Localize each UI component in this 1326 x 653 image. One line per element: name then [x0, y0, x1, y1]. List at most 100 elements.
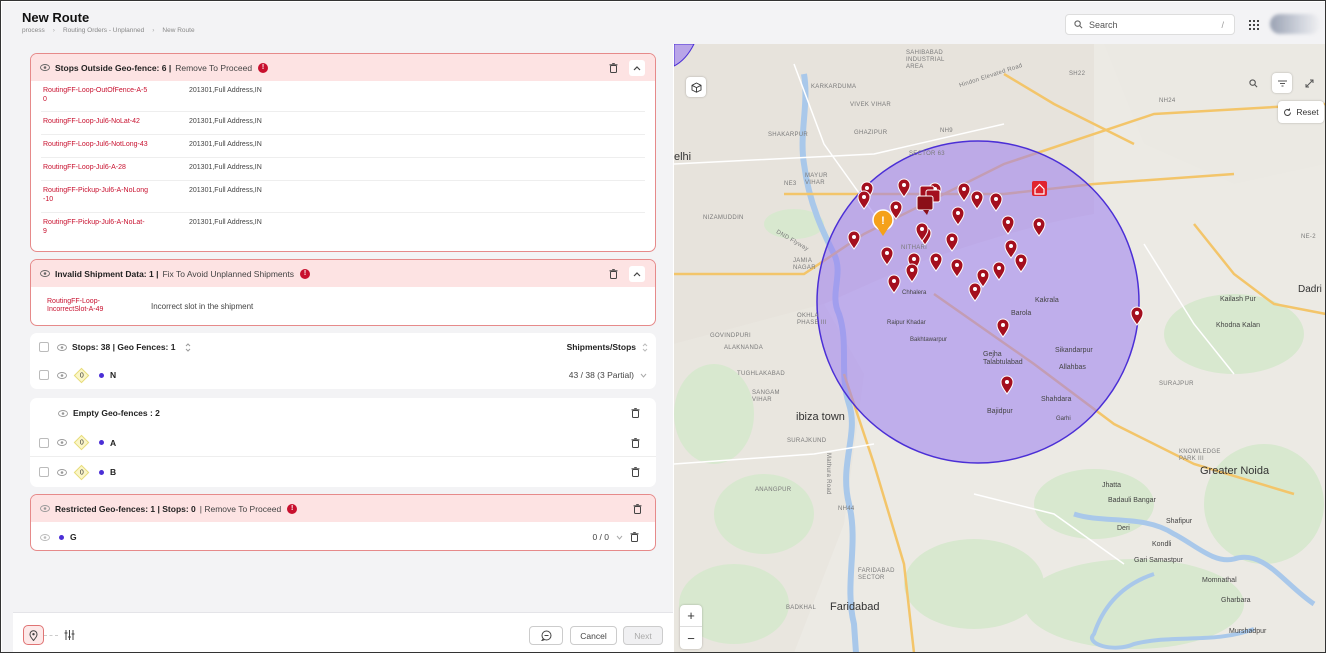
outside-fence-list: RoutingFF-Loop-OutOfFence-A-5 0 201301,F… [31, 81, 655, 246]
breadcrumb-routing-orders[interactable]: Routing Orders - Unplanned [63, 27, 144, 34]
map-label: Kondli [1152, 541, 1172, 548]
collapse-button[interactable] [629, 59, 645, 76]
map-label: SHAKARPUR [768, 132, 809, 138]
map-label: NH44 [838, 506, 855, 512]
empty-fences-title: Empty Geo-fences : 2 [73, 408, 160, 418]
list-item[interactable]: RoutingFF-Loop-Jul6-NotLong-43 201301,Fu… [41, 135, 645, 158]
fence-color-dot [99, 440, 104, 445]
list-item[interactable]: RoutingFF-Pickup-Jul6-A-NoLat- 9 201301,… [41, 213, 645, 246]
stop-pin-dot [1009, 244, 1013, 248]
geofence-row-b[interactable]: 0 B [30, 458, 656, 486]
delete-button[interactable] [605, 266, 621, 282]
alert-icon: ! [258, 62, 269, 73]
stop-pin-dot [910, 268, 914, 272]
stop-address: 201301,Full Address,IN [189, 219, 262, 226]
eye-icon[interactable] [57, 371, 67, 379]
eye-icon[interactable] [57, 468, 67, 476]
trash-icon[interactable] [630, 532, 639, 542]
map-view[interactable]: ! elhi ibiza town Greater Noida Faridaba… [674, 44, 1325, 652]
trash-icon[interactable] [631, 408, 640, 418]
stop-pin-dot [862, 195, 866, 199]
search-icon [1074, 20, 1083, 29]
restricted-action: | Remove To Proceed [199, 503, 282, 514]
zoom-out-button[interactable]: − [680, 627, 702, 649]
eye-icon[interactable] [57, 439, 67, 446]
apps-grid-icon[interactable] [1249, 20, 1259, 30]
sort-icon[interactable] [642, 342, 648, 352]
shipment-id: RoutingFF-Loop- IncorrectSlot-A-49 [47, 298, 104, 313]
map-label: elhi [674, 151, 692, 163]
depot-home-marker[interactable] [1032, 181, 1047, 196]
eye-icon[interactable] [40, 533, 50, 541]
map-label: Gharbara [1221, 597, 1251, 604]
avatar[interactable] [1270, 14, 1320, 34]
reset-label: Reset [1296, 107, 1319, 117]
eye-icon[interactable] [57, 343, 67, 351]
stop-pin-dot [912, 257, 916, 261]
map-label: VIVEK VIHAR [850, 102, 891, 108]
trash-icon[interactable] [631, 437, 640, 448]
map-label: JAMIA NAGAR [793, 258, 816, 271]
fullscreen-button[interactable] [1299, 73, 1319, 93]
search-input[interactable]: Search / [1065, 14, 1235, 35]
map-label: Sikandarpur [1055, 347, 1093, 354]
delete-button[interactable] [605, 60, 621, 76]
map-label: SECTOR 63 [909, 151, 945, 157]
fence-color-dot [99, 469, 104, 475]
map-label: Chhalera [902, 290, 927, 296]
settings-toggle[interactable] [59, 625, 80, 645]
map-label: NITHARI [901, 245, 928, 251]
3d-view-button[interactable] [686, 77, 706, 97]
geofence-row-n[interactable]: 0 N 43 / 38 (3 Partial) [30, 361, 656, 389]
trash-icon [609, 62, 617, 73]
geofence-row-g[interactable]: G 0 / 0 [31, 523, 655, 551]
invalid-shipment-card: Invalid Shipment Data: 1 | Fix To Avoid … [30, 259, 656, 326]
list-item[interactable]: RoutingFF-Loop-Jul6-NoLat-42 201301,Full… [41, 112, 645, 135]
breadcrumb-process[interactable]: process [22, 27, 45, 34]
map-label: Garhi [1056, 416, 1071, 422]
stop-pin-dot [902, 183, 906, 187]
map-filter-button[interactable] [1272, 73, 1292, 93]
stop-address: 201301,Full Address,IN [189, 87, 262, 94]
reset-button[interactable]: Reset [1278, 101, 1324, 123]
sort-icon[interactable] [185, 342, 191, 352]
list-item[interactable]: RoutingFF-Loop-Jul6-A-28 201301,Full Add… [41, 158, 645, 181]
eye-icon[interactable] [40, 270, 50, 277]
stop-pin-dot [962, 187, 966, 191]
fence-checkbox[interactable] [39, 467, 49, 477]
map-label: Kakrala [1035, 297, 1059, 304]
map-view-toggle[interactable] [23, 625, 44, 645]
geofence-row-a[interactable]: 0 A [30, 429, 656, 457]
list-item[interactable]: RoutingFF-Pickup-Jul6-A-NoLong -10 20130… [41, 181, 645, 213]
next-button[interactable]: Next [623, 626, 663, 645]
eye-icon[interactable] [40, 64, 50, 71]
delete-button[interactable] [629, 501, 645, 517]
restricted-header: Restricted Geo-fences: 1 | Stops: 0 | Re… [31, 495, 655, 522]
eye-icon[interactable] [58, 409, 68, 417]
list-item[interactable]: RoutingFF-Loop-OutOfFence-A-5 0 201301,F… [41, 81, 645, 112]
map-label: TUGHLAKABAD [737, 371, 785, 377]
collapse-button[interactable] [629, 265, 645, 282]
stop-address: 201301,Full Address,IN [189, 141, 262, 148]
chevron-down-icon[interactable] [640, 373, 647, 378]
breadcrumb: process › Routing Orders - Unplanned › N… [22, 27, 195, 34]
select-all-checkbox[interactable] [39, 342, 49, 352]
stop-pin-dot [1037, 222, 1041, 226]
restricted-fences-card: Restricted Geo-fences: 1 | Stops: 0 | Re… [30, 494, 656, 551]
cancel-button[interactable]: Cancel [570, 626, 617, 645]
chevron-down-icon[interactable] [616, 535, 623, 540]
empty-fences-header: Empty Geo-fences : 2 [30, 399, 656, 427]
stop-address: 201301,Full Address,IN [189, 164, 262, 171]
invalid-shipment-action: Fix To Avoid Unplanned Shipments [162, 268, 294, 279]
comment-button[interactable] [529, 626, 563, 645]
trash-icon[interactable] [631, 467, 640, 477]
outside-fence-title: Stops Outside Geo-fence: 6 | [55, 62, 172, 73]
list-item[interactable]: RoutingFF-Loop- IncorrectSlot-A-49 Incor… [31, 287, 655, 325]
fence-checkbox[interactable] [39, 370, 49, 380]
stop-pin-dot [955, 263, 959, 267]
zoom-in-button[interactable]: + [680, 605, 702, 627]
fence-checkbox[interactable] [39, 437, 49, 448]
eye-icon[interactable] [40, 505, 50, 512]
map-search-button[interactable] [1243, 73, 1263, 93]
shipment-error: Incorrect slot in the shipment [151, 301, 254, 311]
